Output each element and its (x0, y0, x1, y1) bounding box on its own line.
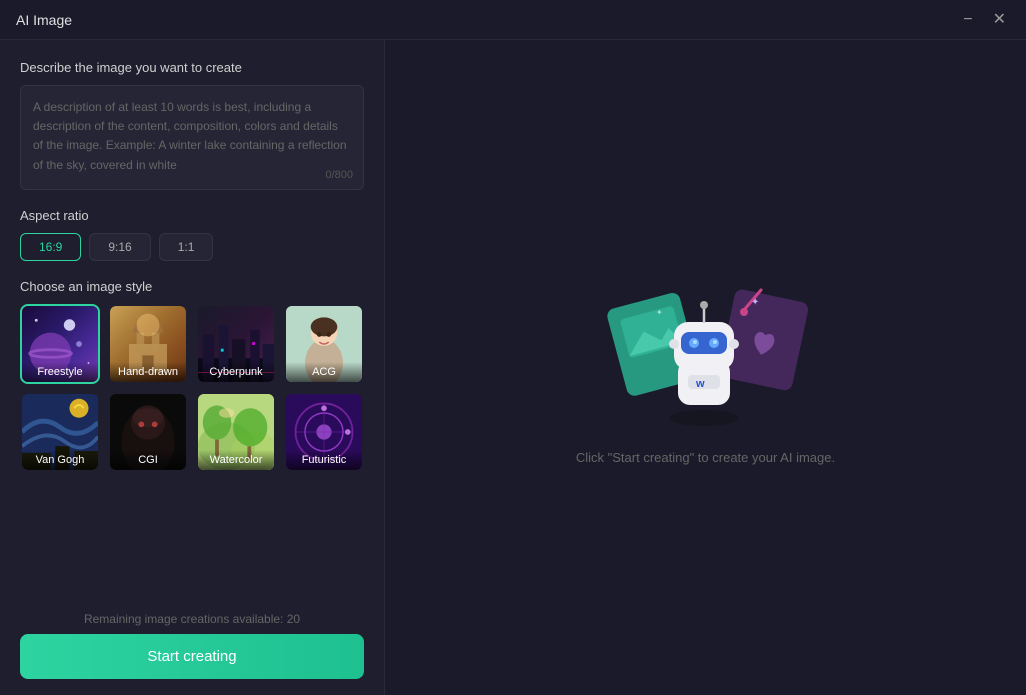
close-button[interactable]: ✕ (989, 10, 1010, 30)
title-bar: AI Image − ✕ (0, 0, 1026, 40)
style-cgi[interactable]: CGI (108, 392, 188, 472)
minimize-button[interactable]: − (959, 10, 976, 30)
right-panel: w ✦ ✦ Click "Start creating" to create y… (385, 40, 1026, 695)
hint-text: Click "Start creating" to create your AI… (576, 450, 835, 465)
description-section: Describe the image you want to create A … (20, 60, 364, 208)
style-freestyle[interactable]: Freestyle (20, 304, 100, 384)
style-cgi-label: CGI (110, 450, 186, 470)
left-panel: Describe the image you want to create A … (0, 40, 385, 695)
style-futuristic-label: Futuristic (286, 450, 362, 470)
style-futuristic[interactable]: Futuristic (284, 392, 364, 472)
aspect-ratio-section: Aspect ratio 16:9 9:16 1:1 (20, 208, 364, 261)
start-creating-button[interactable]: Start creating (20, 634, 364, 679)
description-placeholder: A description of at least 10 words is be… (33, 98, 351, 175)
aspect-1-1[interactable]: 1:1 (159, 233, 214, 261)
app-title: AI Image (16, 12, 72, 28)
main-layout: Describe the image you want to create A … (0, 40, 1026, 695)
style-acg[interactable]: ACG (284, 304, 364, 384)
aspect-ratio-options: 16:9 9:16 1:1 (20, 233, 364, 261)
style-freestyle-label: Freestyle (22, 362, 98, 382)
svg-text:w: w (695, 378, 705, 390)
style-hand-drawn[interactable]: Hand-drawn (108, 304, 188, 384)
style-watercolor-label: Watercolor (198, 450, 274, 470)
style-section: Choose an image style (20, 279, 364, 472)
aspect-9-16[interactable]: 9:16 (89, 233, 150, 261)
style-hand-drawn-label: Hand-drawn (110, 362, 186, 382)
svg-text:✦: ✦ (751, 297, 759, 308)
aspect-ratio-label: Aspect ratio (20, 208, 364, 223)
remaining-text: Remaining image creations available: 20 (20, 612, 364, 626)
illustration: w ✦ ✦ (596, 270, 816, 430)
description-label: Describe the image you want to create (20, 60, 364, 75)
char-count: 0/800 (325, 169, 353, 181)
style-watercolor[interactable]: Watercolor (196, 392, 276, 472)
description-box[interactable]: A description of at least 10 words is be… (20, 85, 364, 190)
style-van-gogh[interactable]: Van Gogh (20, 392, 100, 472)
style-label: Choose an image style (20, 279, 364, 294)
svg-text:✦: ✦ (656, 308, 663, 317)
bottom-section: Remaining image creations available: 20 … (20, 602, 364, 695)
window-controls: − ✕ (959, 10, 1010, 30)
style-van-gogh-label: Van Gogh (22, 450, 98, 470)
style-cyberpunk-label: Cyberpunk (198, 362, 274, 382)
aspect-16-9[interactable]: 16:9 (20, 233, 81, 261)
style-acg-label: ACG (286, 362, 362, 382)
style-grid: Freestyle (20, 304, 364, 472)
style-cyberpunk[interactable]: Cyberpunk (196, 304, 276, 384)
spacer (20, 482, 364, 602)
